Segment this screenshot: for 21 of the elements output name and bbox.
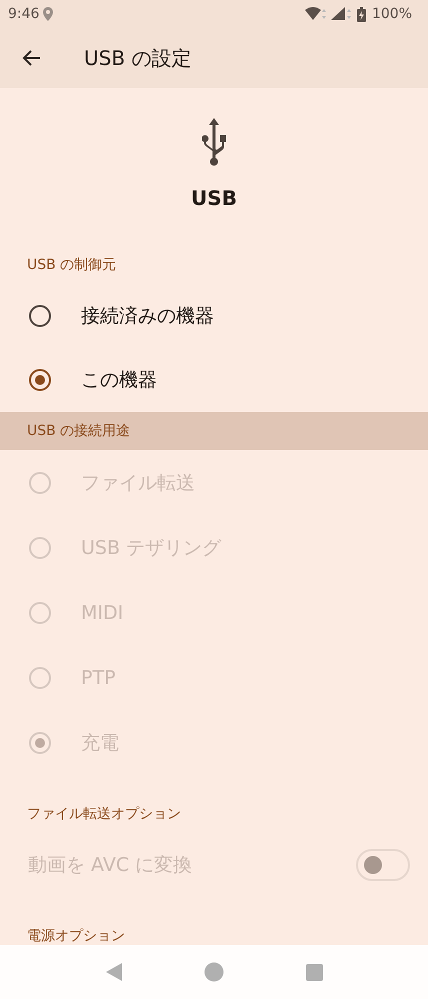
usb-icon	[202, 118, 226, 166]
section-header: ファイル転送オプション	[26, 805, 182, 824]
radio-button[interactable]	[29, 305, 51, 327]
usb-title: USB	[191, 186, 237, 210]
screen-title: USB の設定	[84, 44, 192, 72]
recents-nav-icon[interactable]	[306, 964, 324, 980]
back-arrow-icon	[22, 48, 42, 68]
radio-option[interactable]: 接続済みの機器	[0, 284, 428, 348]
location-icon	[43, 7, 54, 21]
battery-level: 100%	[372, 6, 412, 22]
section-header: USB の接続用途	[0, 412, 428, 450]
section-header: USB の制御元	[26, 256, 118, 275]
signal-icon	[330, 7, 353, 21]
wifi-icon	[304, 7, 327, 21]
radio-button[interactable]	[29, 369, 51, 391]
battery-icon	[356, 6, 366, 22]
home-nav-icon[interactable]	[204, 962, 224, 982]
section-header: 電源オプション	[26, 927, 126, 946]
radio-option[interactable]: この機器	[0, 348, 428, 412]
back-nav-icon[interactable]	[104, 962, 123, 982]
status-time: 9:46	[8, 6, 40, 22]
